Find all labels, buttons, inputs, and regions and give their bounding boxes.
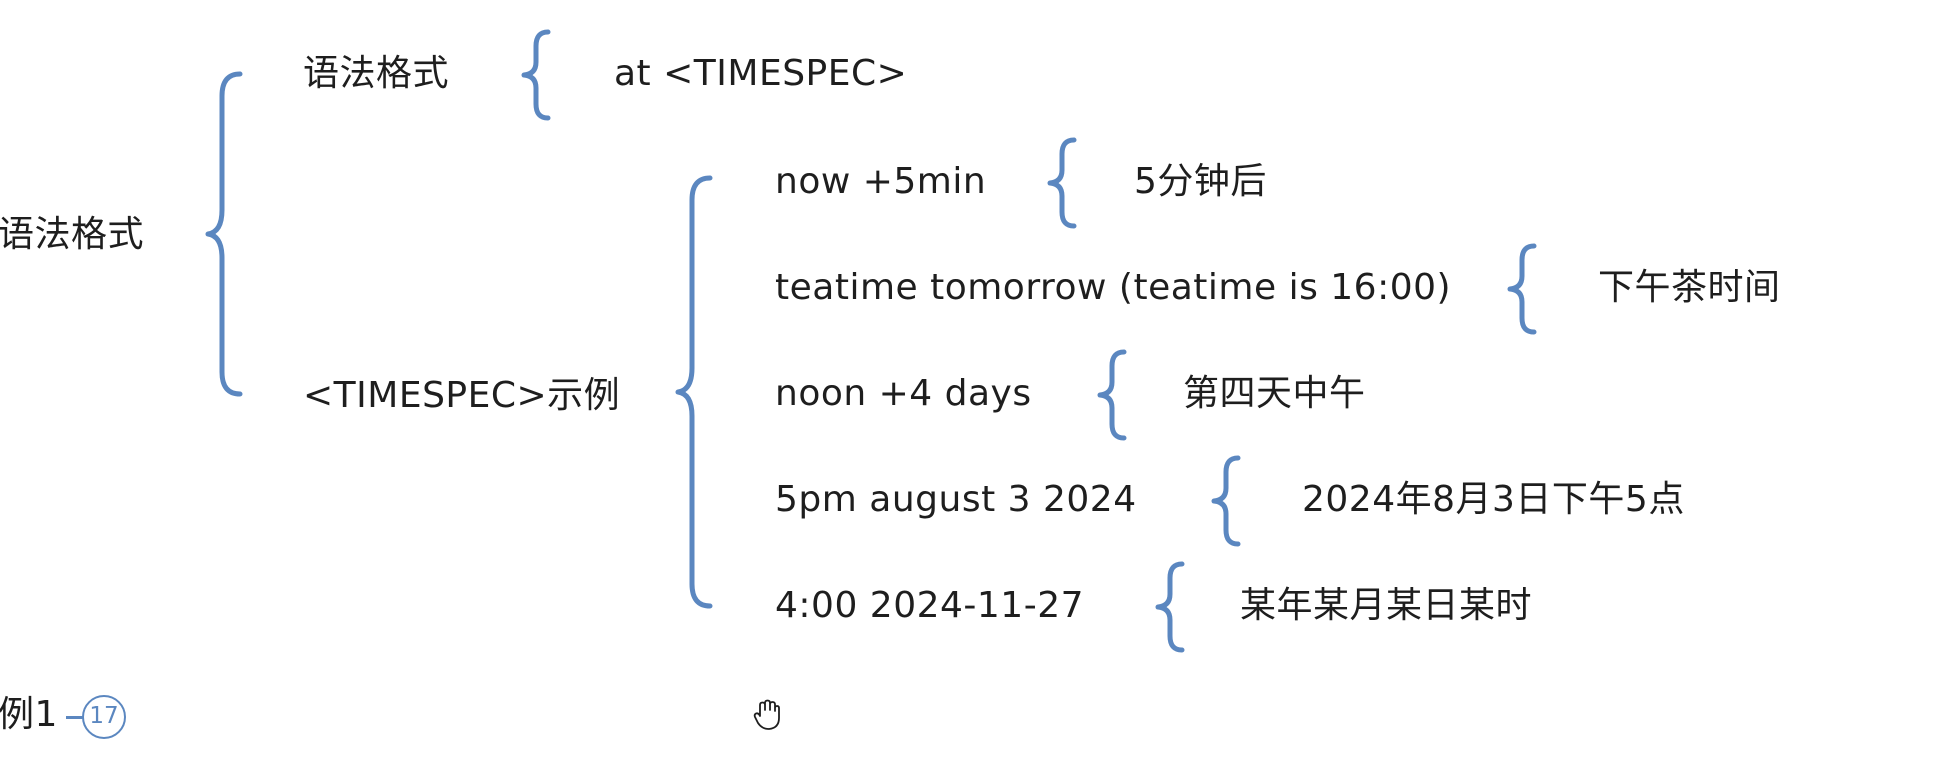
example-meaning[interactable]: 第四天中午 xyxy=(1183,372,1366,416)
example-spec[interactable]: teatime tomorrow (teatime is 16:00) xyxy=(775,266,1451,310)
example-brace xyxy=(1211,455,1241,547)
root-topic[interactable]: 语法格式 xyxy=(0,213,144,257)
example-brace xyxy=(1047,137,1077,229)
syntax-value[interactable]: at <TIMESPEC> xyxy=(614,52,907,96)
example-brace xyxy=(1155,561,1185,653)
example-spec[interactable]: now +5min xyxy=(775,160,986,204)
syntax-topic[interactable]: 语法格式 xyxy=(303,52,449,96)
syntax-brace xyxy=(521,29,551,121)
examples-brace xyxy=(675,175,713,609)
example-meaning[interactable]: 2024年8月3日下午5点 xyxy=(1302,478,1685,522)
example-spec[interactable]: 4:00 2024-11-27 xyxy=(775,584,1084,628)
example-meaning[interactable]: 5分钟后 xyxy=(1134,160,1267,204)
hand-cursor-icon xyxy=(753,699,780,730)
collapsed-count-badge[interactable]: 17 xyxy=(82,695,126,739)
example-brace xyxy=(1097,349,1127,441)
example-spec[interactable]: 5pm august 3 2024 xyxy=(775,478,1137,522)
badge-connector xyxy=(66,716,83,719)
root-brace xyxy=(205,71,243,397)
timespec-examples-topic[interactable]: <TIMESPEC>示例 xyxy=(303,374,620,418)
example-spec[interactable]: noon +4 days xyxy=(775,372,1032,416)
example-brace xyxy=(1507,243,1537,335)
sibling-topic[interactable]: 例1 xyxy=(0,693,58,737)
example-meaning[interactable]: 某年某月某日某时 xyxy=(1240,584,1532,628)
example-meaning[interactable]: 下午茶时间 xyxy=(1598,266,1781,310)
